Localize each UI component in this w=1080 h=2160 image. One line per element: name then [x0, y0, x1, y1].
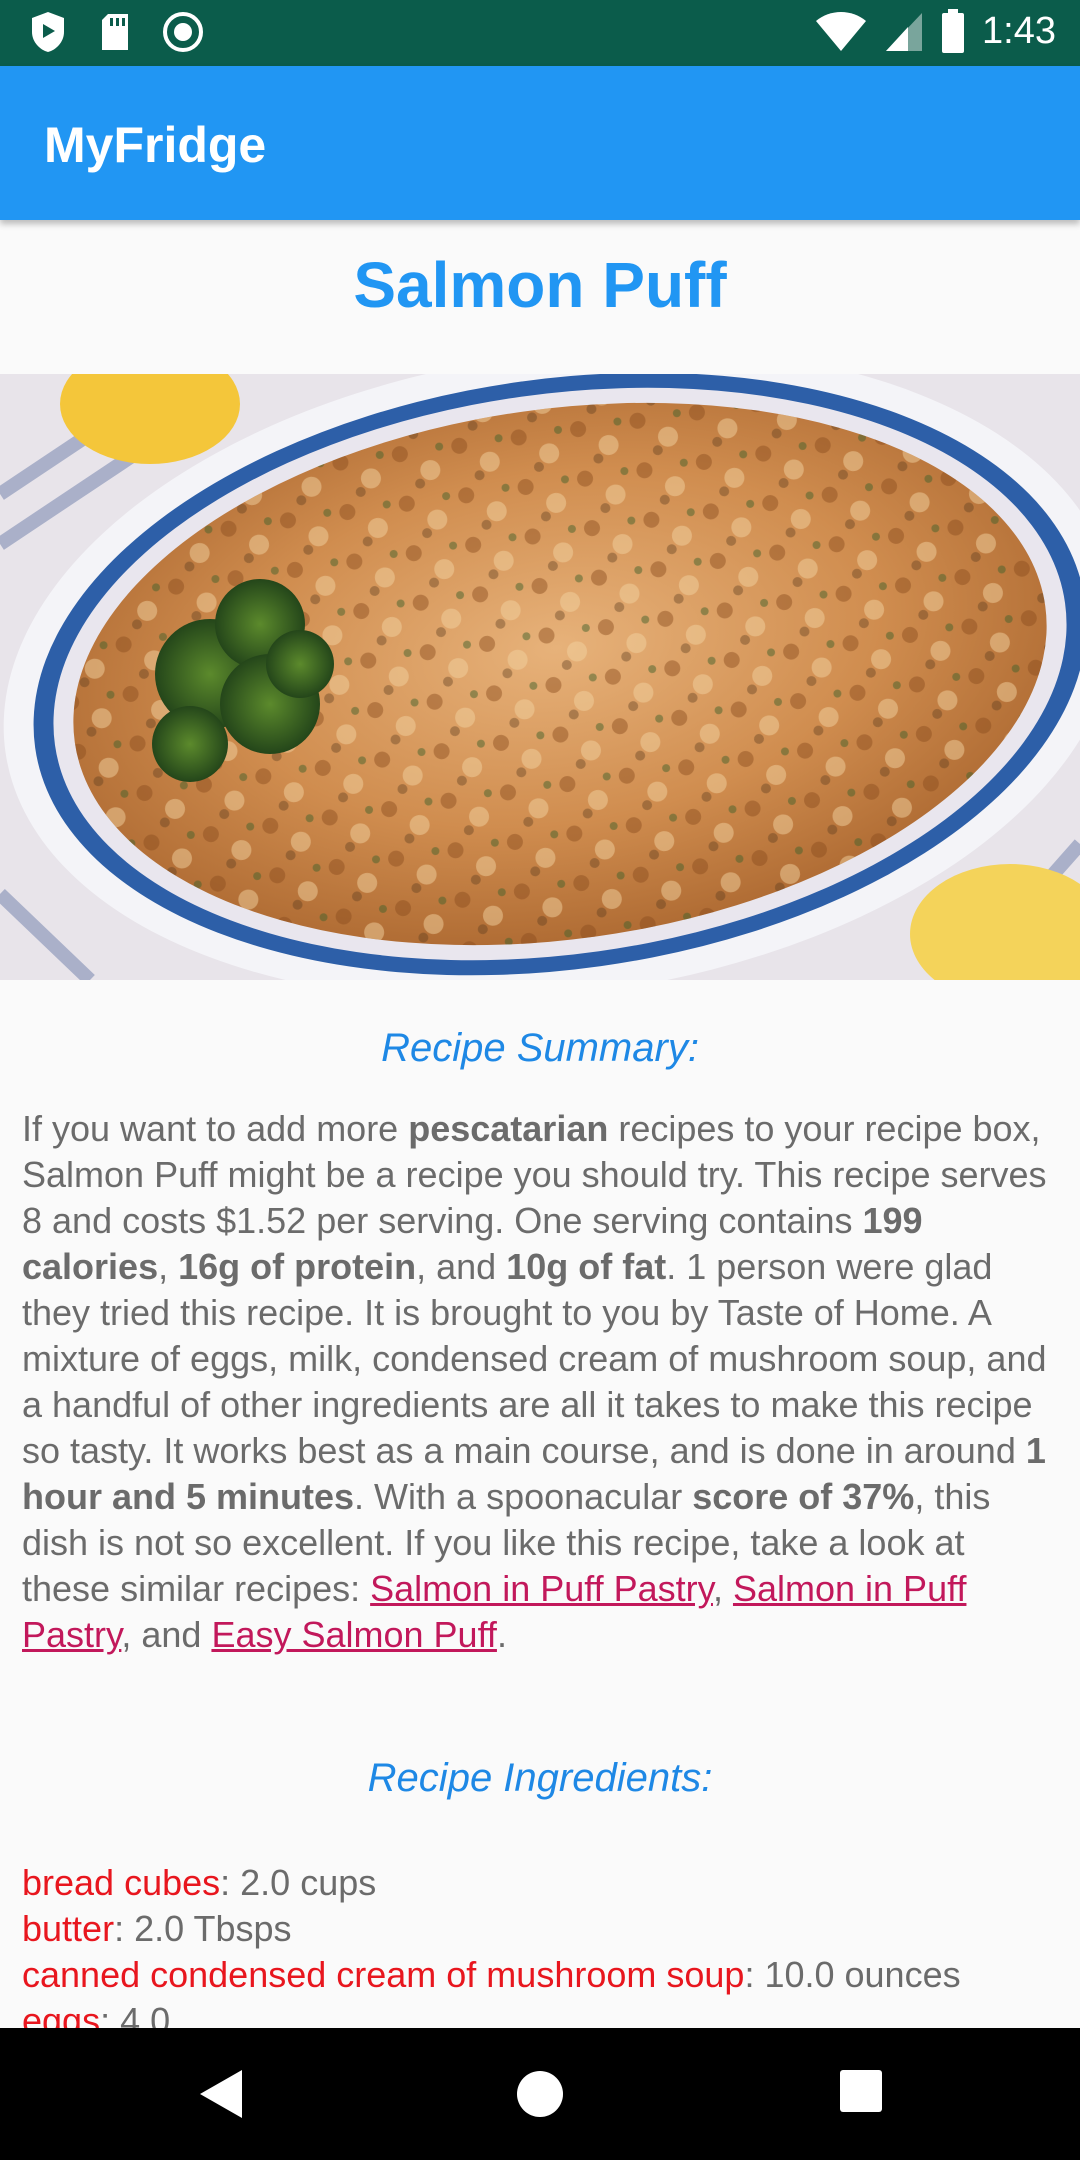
similar-recipe-link[interactable]: Salmon in Puff Pastry [370, 1568, 713, 1609]
app-title: MyFridge [44, 117, 267, 173]
shield-icon [32, 12, 64, 52]
battery-icon [942, 9, 965, 53]
recipe-image [0, 374, 1080, 980]
record-icon [163, 12, 203, 52]
recipe-content[interactable]: Salmon Puff Recipe Summary: If you want … [0, 220, 1080, 2028]
summary-heading: Recipe Summary: [381, 1026, 699, 1070]
ingredient-amount: : 2.0 cups [220, 1862, 377, 1903]
home-icon[interactable] [514, 2068, 566, 2120]
status-time: 1:43 [982, 9, 1056, 52]
sd-card-icon [102, 14, 128, 50]
status-bar: 1:43 [0, 0, 1080, 66]
ingredients-heading: Recipe Ingredients: [367, 1756, 713, 1800]
recipe-title: Salmon Puff [353, 249, 727, 321]
ingredient-name: canned condensed cream of mushroom soup [22, 1954, 745, 1995]
list-item: eggs: 4.0 [22, 1998, 1062, 2028]
ingredient-amount: : 2.0 Tbsps [114, 1908, 292, 1949]
app-bar: MyFridge [0, 66, 1080, 220]
recipe-summary: If you want to add more pescatarian reci… [22, 1108, 1047, 1655]
ingredient-list: bread cubes: 2.0 cups butter: 2.0 Tbsps … [22, 1860, 1062, 2028]
recents-icon[interactable] [838, 2068, 884, 2114]
signal-icon [886, 13, 923, 51]
ingredient-name: butter [22, 1908, 115, 1949]
back-icon[interactable] [196, 2068, 246, 2120]
similar-recipe-link[interactable]: Easy Salmon Puff [211, 1614, 497, 1655]
ingredient-name: eggs [22, 2000, 101, 2028]
list-item: butter: 2.0 Tbsps [22, 1906, 1062, 1952]
ingredient-amount: : 10.0 ounces [744, 1954, 961, 1995]
navigation-bar [0, 2028, 1080, 2160]
list-item: bread cubes: 2.0 cups [22, 1860, 1062, 1906]
ingredient-amount: : 4.0 [100, 2000, 171, 2028]
list-item: canned condensed cream of mushroom soup:… [22, 1952, 1062, 1998]
ingredient-name: bread cubes [22, 1862, 221, 1903]
wifi-icon [816, 12, 867, 51]
